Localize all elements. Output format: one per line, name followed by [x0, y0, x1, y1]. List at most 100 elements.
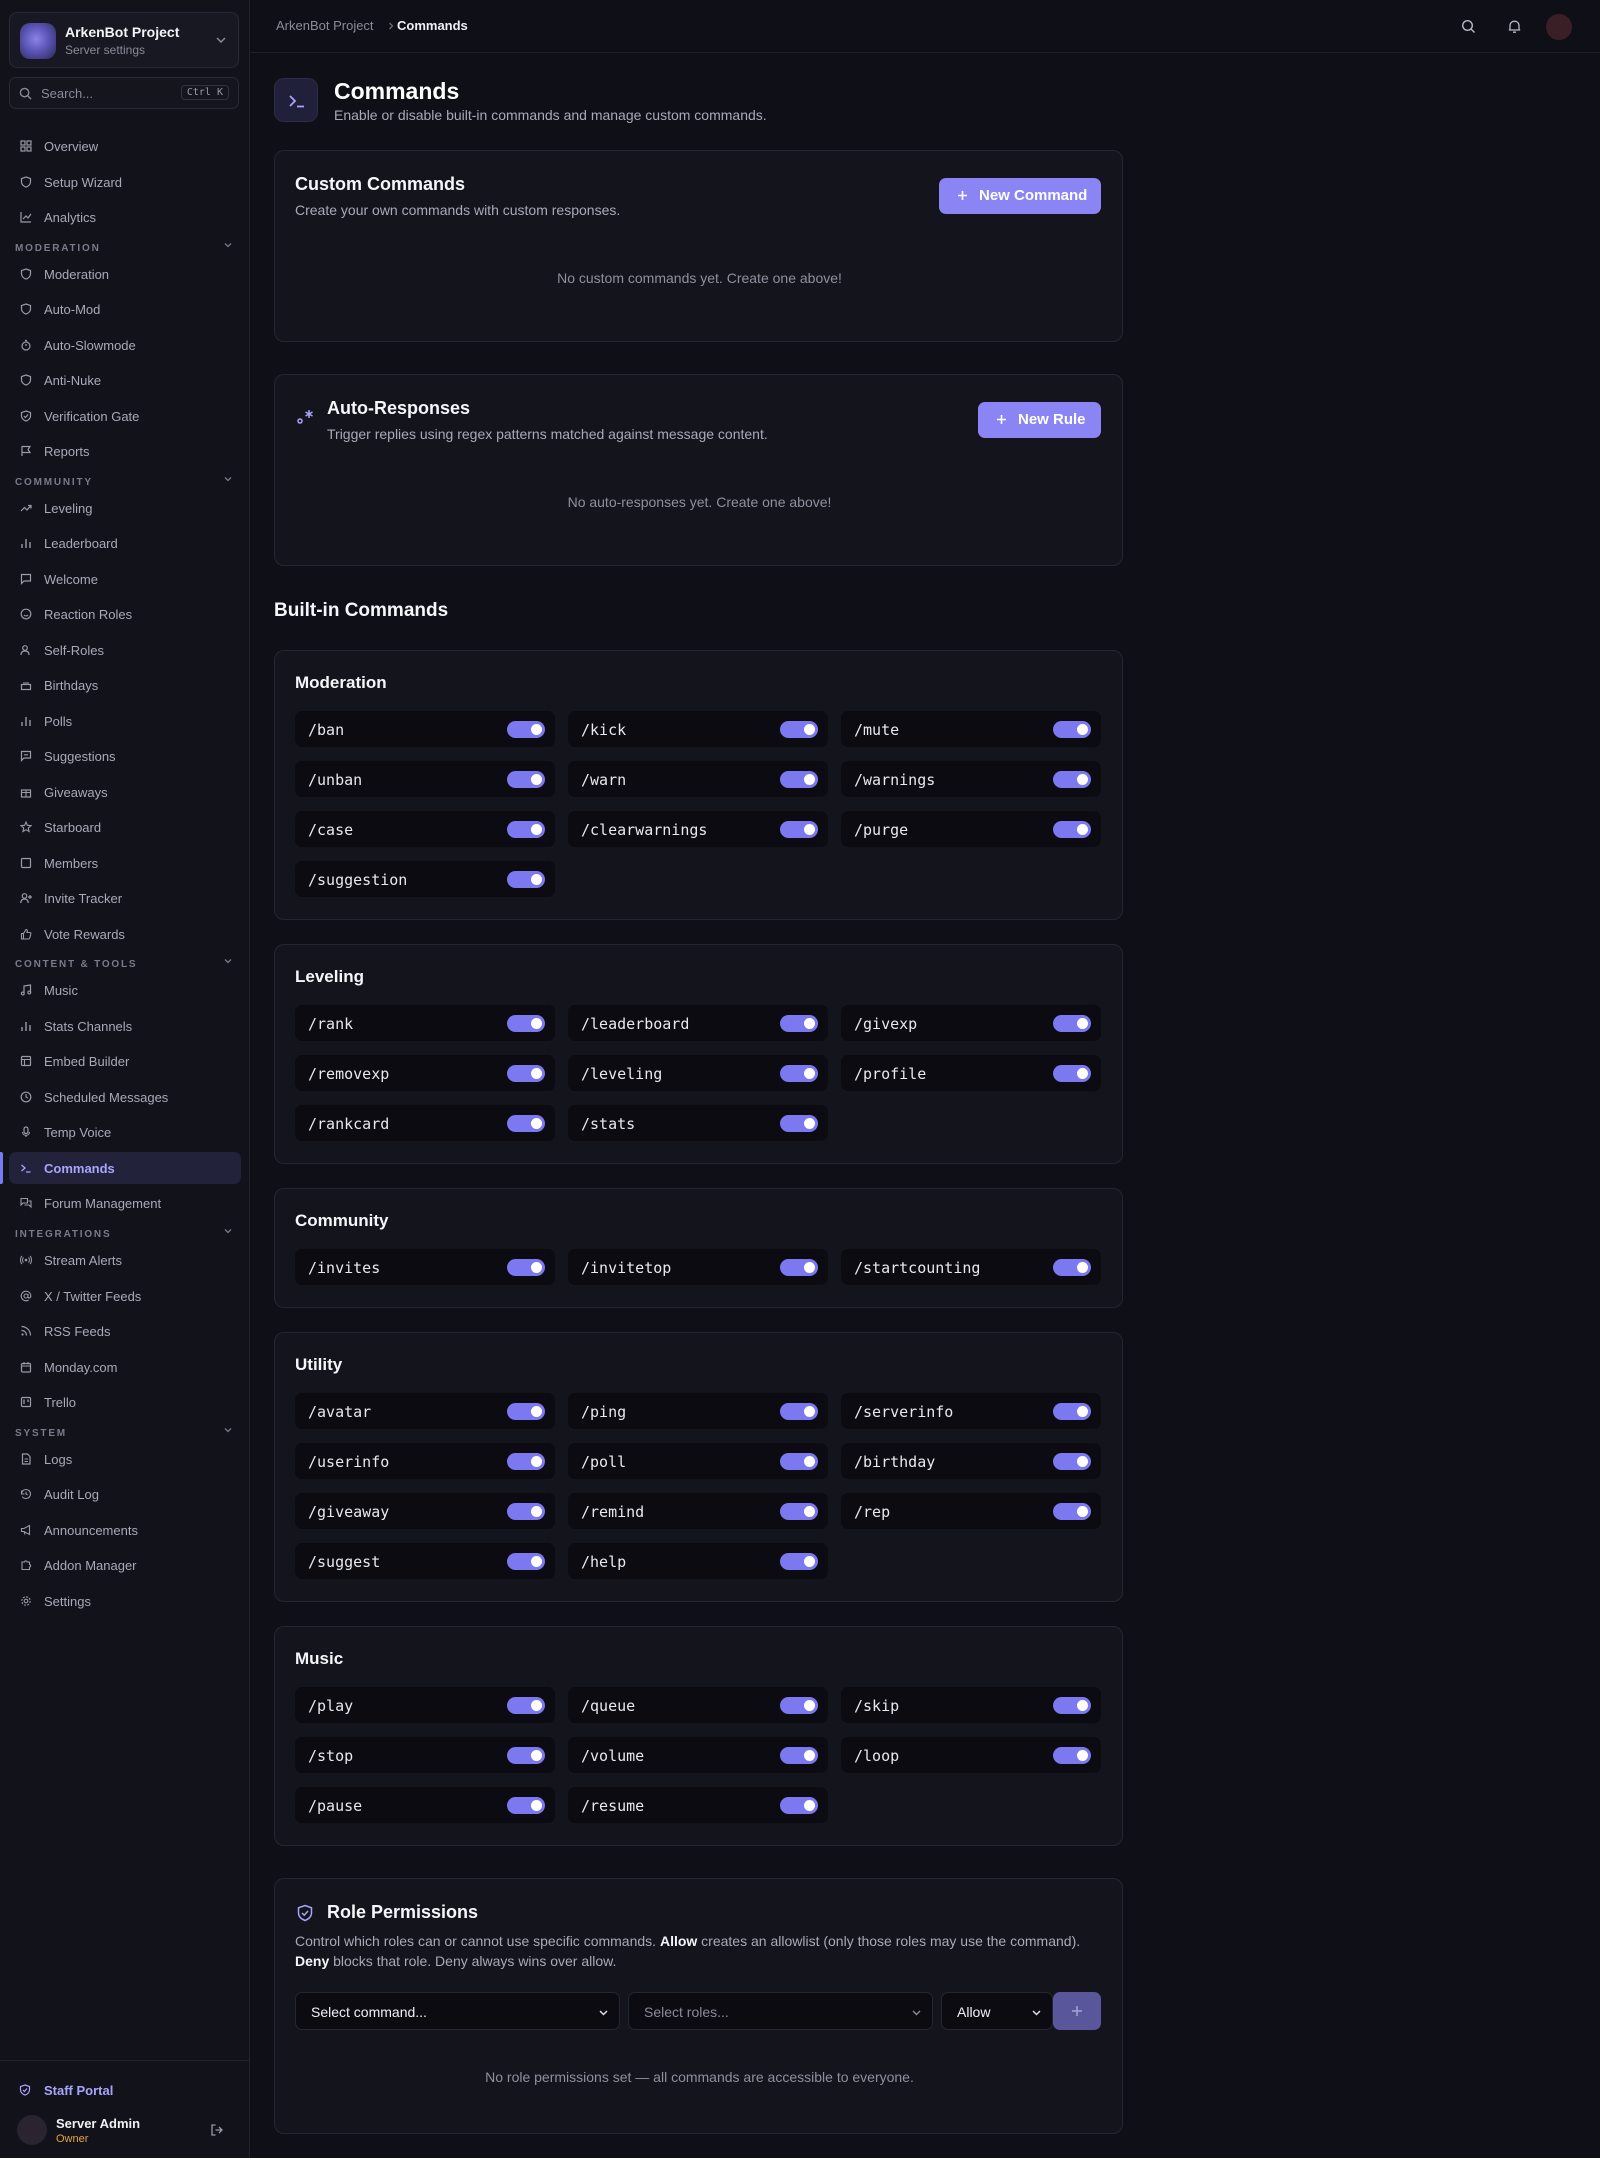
roles-select[interactable]: Select roles... — [628, 1992, 933, 2030]
new-command-button[interactable]: New Command — [939, 178, 1101, 214]
sidebar-item-verification-gate[interactable]: Verification Gate — [9, 400, 241, 432]
sidebar-item-monday[interactable]: Monday.com — [9, 1351, 241, 1383]
command-toggle[interactable] — [507, 1697, 545, 1714]
command-toggle[interactable] — [780, 1503, 818, 1520]
command-toggle[interactable] — [507, 771, 545, 788]
sidebar-item-settings[interactable]: Settings — [9, 1585, 241, 1617]
sidebar-item-welcome[interactable]: Welcome — [9, 563, 241, 595]
sidebar-item-overview[interactable]: Overview — [9, 130, 241, 162]
sidebar-item-auto-slowmode[interactable]: Auto-Slowmode — [9, 329, 241, 361]
command-toggle[interactable] — [507, 721, 545, 738]
logout-icon[interactable] — [210, 2123, 224, 2137]
sidebar-item-invite-tracker[interactable]: Invite Tracker — [9, 882, 241, 914]
section-moderation[interactable]: MODERATION — [15, 238, 235, 254]
sidebar-item-temp-voice[interactable]: Temp Voice — [9, 1116, 241, 1148]
command-toggle[interactable] — [780, 821, 818, 838]
bell-icon[interactable] — [1507, 19, 1522, 34]
sidebar-item-addon-manager[interactable]: Addon Manager — [9, 1549, 241, 1581]
command-toggle[interactable] — [1053, 1403, 1091, 1420]
sidebar-item-forum-management[interactable]: Forum Management — [9, 1187, 241, 1219]
command-name: /loop — [854, 1747, 900, 1765]
sidebar-item-self-roles[interactable]: Self-Roles — [9, 634, 241, 666]
command-toggle[interactable] — [507, 1747, 545, 1764]
sidebar-item-analytics[interactable]: Analytics — [9, 201, 241, 233]
sidebar-item-scheduled-messages[interactable]: Scheduled Messages — [9, 1081, 241, 1113]
sidebar-item-members[interactable]: Members — [9, 847, 241, 879]
command-toggle[interactable] — [507, 1259, 545, 1276]
command-toggle[interactable] — [780, 1453, 818, 1470]
command-toggle[interactable] — [507, 1553, 545, 1570]
sidebar-item-announcements[interactable]: Announcements — [9, 1514, 241, 1546]
search-input[interactable]: Search... Ctrl K — [9, 77, 239, 109]
command-toggle[interactable] — [780, 1697, 818, 1714]
sidebar-item-starboard[interactable]: Starboard — [9, 811, 241, 843]
section-community[interactable]: COMMUNITY — [15, 472, 235, 488]
sidebar-item-polls[interactable]: Polls — [9, 705, 241, 737]
command-toggle[interactable] — [780, 1115, 818, 1132]
command-toggle[interactable] — [1053, 721, 1091, 738]
sidebar-item-leaderboard[interactable]: Leaderboard — [9, 527, 241, 559]
command-toggle[interactable] — [507, 1453, 545, 1470]
section-integrations[interactable]: INTEGRATIONS — [15, 1224, 235, 1240]
sidebar-item-suggestions[interactable]: Suggestions — [9, 740, 241, 772]
server-switcher[interactable]: ArkenBot Project Server settings — [9, 12, 239, 68]
command-toggle[interactable] — [1053, 1503, 1091, 1520]
command-toggle[interactable] — [1053, 1065, 1091, 1082]
command-toggle[interactable] — [507, 1015, 545, 1032]
add-permission-button[interactable] — [1053, 1992, 1101, 2030]
command-toggle[interactable] — [507, 1403, 545, 1420]
command-select[interactable]: Select command... — [295, 1992, 620, 2030]
avatar[interactable] — [1546, 14, 1572, 40]
sidebar-item-reaction-roles[interactable]: Reaction Roles — [9, 598, 241, 630]
command-toggle[interactable] — [507, 1115, 545, 1132]
sidebar-item-embed-builder[interactable]: Embed Builder — [9, 1045, 241, 1077]
chevron-down-icon — [1032, 2010, 1041, 2016]
sidebar-item-auto-mod[interactable]: Auto-Mod — [9, 293, 241, 325]
sidebar-item-stream-alerts[interactable]: Stream Alerts — [9, 1244, 241, 1276]
command-toggle[interactable] — [780, 721, 818, 738]
sidebar-item-label: RSS Feeds — [44, 1324, 111, 1339]
breadcrumb-parent[interactable]: ArkenBot Project — [276, 18, 374, 33]
sidebar-item-music[interactable]: Music — [9, 974, 241, 1006]
command-toggle[interactable] — [780, 1015, 818, 1032]
command-toggle[interactable] — [1053, 1453, 1091, 1470]
command-toggle[interactable] — [1053, 1259, 1091, 1276]
sidebar-item-moderation[interactable]: Moderation — [9, 258, 241, 290]
section-system[interactable]: SYSTEM — [15, 1423, 235, 1439]
command-toggle[interactable] — [507, 871, 545, 888]
sidebar-item-twitter-feeds[interactable]: X / Twitter Feeds — [9, 1280, 241, 1312]
sidebar-item-audit-log[interactable]: Audit Log — [9, 1478, 241, 1510]
sidebar-item-trello[interactable]: Trello — [9, 1386, 241, 1418]
sidebar-item-logs[interactable]: Logs — [9, 1443, 241, 1475]
search-icon[interactable] — [1461, 19, 1476, 34]
sidebar-item-reports[interactable]: Reports — [9, 435, 241, 467]
command-toggle[interactable] — [507, 1797, 545, 1814]
command-toggle[interactable] — [780, 1553, 818, 1570]
command-toggle[interactable] — [1053, 771, 1091, 788]
sidebar-item-setup-wizard[interactable]: Setup Wizard — [9, 166, 241, 198]
sidebar-item-giveaways[interactable]: Giveaways — [9, 776, 241, 808]
sidebar-item-birthdays[interactable]: Birthdays — [9, 669, 241, 701]
mode-select[interactable]: Allow — [941, 1992, 1053, 2030]
command-toggle[interactable] — [780, 1403, 818, 1420]
command-toggle[interactable] — [1053, 1015, 1091, 1032]
command-toggle[interactable] — [780, 1747, 818, 1764]
sidebar-item-stats-channels[interactable]: Stats Channels — [9, 1010, 241, 1042]
command-toggle[interactable] — [507, 821, 545, 838]
section-content-tools[interactable]: CONTENT & TOOLS — [15, 954, 235, 970]
command-toggle[interactable] — [1053, 1697, 1091, 1714]
command-toggle[interactable] — [1053, 1747, 1091, 1764]
command-toggle[interactable] — [780, 1797, 818, 1814]
new-rule-button[interactable]: New Rule — [978, 402, 1101, 438]
sidebar-item-anti-nuke[interactable]: Anti-Nuke — [9, 364, 241, 396]
sidebar-item-commands[interactable]: Commands — [9, 1152, 241, 1184]
command-toggle[interactable] — [780, 1259, 818, 1276]
command-toggle[interactable] — [507, 1503, 545, 1520]
sidebar-item-rss-feeds[interactable]: RSS Feeds — [9, 1315, 241, 1347]
command-toggle[interactable] — [1053, 821, 1091, 838]
sidebar-item-leveling[interactable]: Leveling — [9, 492, 241, 524]
command-toggle[interactable] — [780, 1065, 818, 1082]
sidebar-item-vote-rewards[interactable]: Vote Rewards — [9, 918, 241, 950]
command-toggle[interactable] — [507, 1065, 545, 1082]
command-toggle[interactable] — [780, 771, 818, 788]
